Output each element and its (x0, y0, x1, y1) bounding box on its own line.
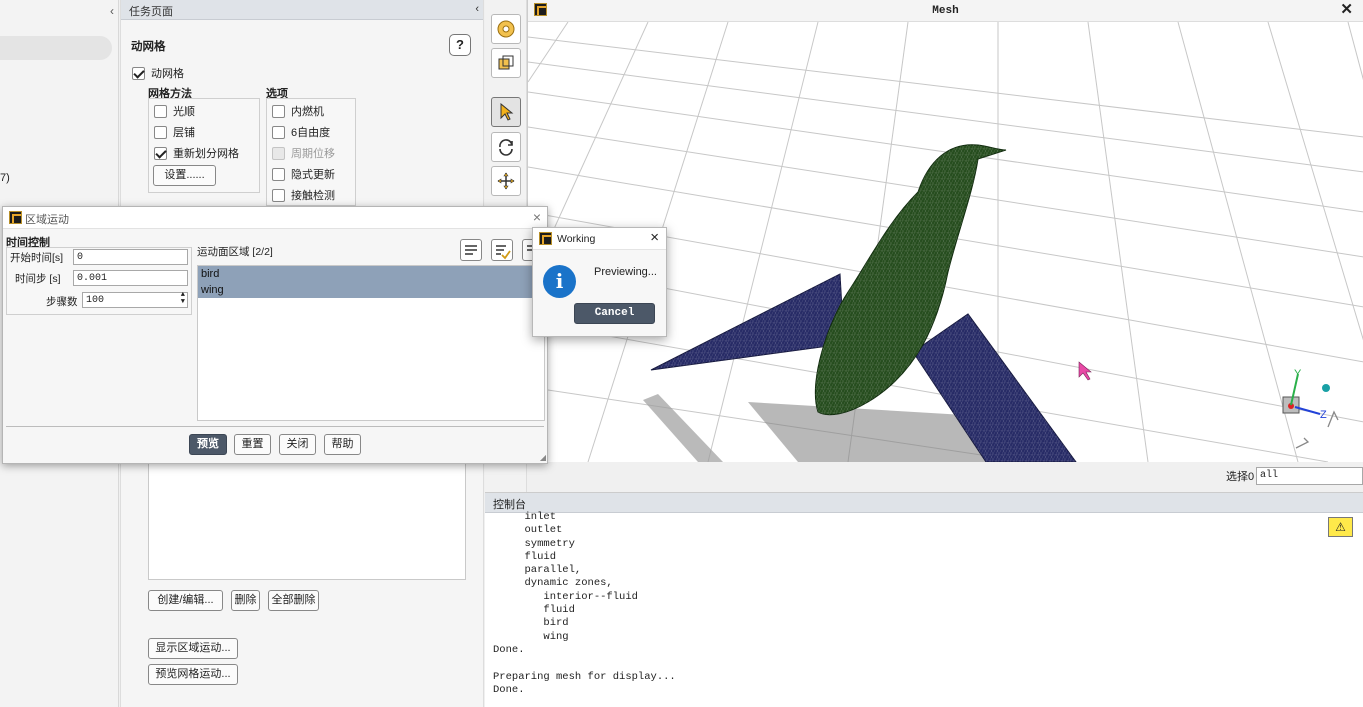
preview-mesh-motion-button[interactable]: 预览网格运动... (148, 664, 238, 685)
contact-detection-checkbox-box[interactable] (272, 188, 285, 202)
zone-motion-dialog: 区域运动 × 时间控制 开始时间[s] 0 时间步 [s] 0.001 步骤数 … (2, 206, 548, 464)
close-button[interactable]: 关闭 (279, 434, 316, 455)
time-step-input[interactable]: 0.001 (73, 270, 188, 286)
working-title: Working (557, 233, 596, 245)
task-page-title: 任务页面 (129, 6, 173, 18)
periodic-displacement-checkbox: 周期位移 (272, 145, 335, 161)
remeshing-checkbox[interactable]: 重新划分网格 (154, 145, 239, 161)
camera-icon[interactable] (491, 14, 521, 44)
six-dof-checkbox[interactable]: 6自由度 (272, 124, 330, 140)
ic-engine-checkbox[interactable]: 内燃机 (272, 103, 324, 119)
six-dof-label: 6自由度 (291, 127, 331, 139)
steps-value: 100 (86, 295, 105, 306)
working-dialog: Working × i Previewing... Cancel (532, 227, 667, 337)
warning-icon[interactable]: ⚠ (1328, 517, 1353, 537)
console-output[interactable]: inlet outlet symmetry fluid parallel, dy… (493, 511, 676, 697)
smoothing-label: 光顺 (173, 106, 195, 118)
smoothing-checkbox[interactable]: 光顺 (154, 103, 195, 119)
start-time-label: 开始时间[s] (10, 252, 64, 264)
app-logo-icon (9, 211, 22, 224)
zone-motion-titlebar: 区域运动 × (3, 207, 547, 229)
collapse-left-icon[interactable]: ‹ (110, 4, 114, 18)
zone-item-bird[interactable]: bird (198, 266, 544, 282)
close-working-icon[interactable]: × (650, 229, 659, 246)
working-message: Previewing... (594, 266, 657, 278)
collapse-task-page-icon[interactable]: ‹ (475, 3, 479, 15)
dynamic-mesh-checkbox-box[interactable] (132, 66, 145, 80)
periodic-displacement-label: 周期位移 (291, 148, 335, 160)
zone-motion-title: 区域运动 (25, 214, 69, 226)
dynamic-zones-list[interactable] (148, 460, 466, 580)
periodic-displacement-checkbox-box (272, 146, 285, 160)
moving-zones-label: 运动面区域 [2/2] (197, 246, 273, 258)
smoothing-checkbox-box[interactable] (154, 104, 167, 118)
layering-checkbox[interactable]: 层铺 (154, 124, 195, 140)
start-time-input[interactable]: 0 (73, 249, 188, 265)
working-titlebar: Working × (533, 228, 666, 250)
left-panel-fragment: 7) (0, 172, 10, 184)
contact-detection-checkbox[interactable]: 接触检测 (272, 187, 335, 203)
dialog-divider (6, 426, 544, 427)
resize-grip-icon[interactable]: ◢ (540, 453, 546, 462)
implicit-update-label: 隐式更新 (291, 169, 335, 181)
graphics-icon[interactable] (491, 48, 521, 78)
ic-engine-checkbox-box[interactable] (272, 104, 285, 118)
delete-all-button[interactable]: 全部删除 (268, 590, 319, 611)
mesh-window-titlebar: Mesh ✕ (528, 0, 1363, 22)
triad-z-label: Z (1320, 409, 1327, 421)
layering-label: 层铺 (173, 127, 195, 139)
mesh-window-title: Mesh (932, 5, 959, 17)
help-icon[interactable]: ? (449, 34, 471, 56)
section-title: 动网格 (131, 41, 166, 53)
delete-button[interactable]: 删除 (231, 590, 260, 611)
steps-label: 步骤数 (46, 296, 78, 308)
close-zone-motion-icon[interactable]: × (533, 209, 541, 225)
create-edit-button[interactable]: 创建/编辑... (148, 590, 223, 611)
contact-detection-label: 接触检测 (291, 190, 335, 202)
selection-label: 选择0 (1226, 471, 1255, 483)
implicit-update-checkbox-box[interactable] (272, 167, 285, 181)
list-check-icon[interactable] (491, 239, 513, 261)
console-panel: 控制台 inlet outlet symmetry fluid parallel… (485, 492, 1363, 707)
console-title: 控制台 (493, 499, 526, 511)
time-step-label: 时间步 [s] (15, 273, 61, 285)
left-search-pill[interactable] (0, 36, 112, 60)
app-logo-icon (539, 232, 552, 245)
select-arrow-icon[interactable] (491, 97, 521, 127)
app-logo-icon (534, 3, 547, 16)
zone-item-wing[interactable]: wing (198, 282, 544, 298)
triad-y-label: Y (1294, 368, 1302, 380)
six-dof-checkbox-box[interactable] (272, 125, 285, 139)
layering-checkbox-box[interactable] (154, 125, 167, 139)
rotate-icon[interactable] (491, 132, 521, 162)
implicit-update-checkbox[interactable]: 隐式更新 (272, 166, 335, 182)
reset-button[interactable]: 重置 (234, 434, 271, 455)
moving-zones-list[interactable]: bird wing (197, 265, 545, 421)
list-select-all-icon[interactable] (460, 239, 482, 261)
remeshing-checkbox-box[interactable] (154, 146, 167, 160)
task-page-header: 任务页面 ‹ (121, 0, 483, 20)
console-header: 控制台 (485, 493, 1363, 513)
info-icon: i (543, 265, 576, 298)
remeshing-label: 重新划分网格 (173, 148, 239, 160)
ic-engine-label: 内燃机 (291, 106, 324, 118)
settings-button[interactable]: 设置...... (153, 165, 216, 186)
close-mesh-window-icon[interactable]: ✕ (1340, 0, 1353, 22)
help-button[interactable]: 帮助 (324, 434, 361, 455)
cancel-button[interactable]: Cancel (574, 303, 655, 324)
steps-input[interactable]: 100 ▲ ▼ (82, 292, 188, 308)
selection-input[interactable]: all (1256, 467, 1363, 485)
display-zone-motion-button[interactable]: 显示区域运动... (148, 638, 238, 659)
steps-spinner-icon[interactable]: ▲ ▼ (181, 292, 185, 306)
pan-icon[interactable] (491, 166, 521, 196)
dynamic-mesh-checkbox[interactable]: 动网格 (132, 65, 184, 81)
dynamic-mesh-checkbox-label: 动网格 (151, 68, 184, 80)
preview-button[interactable]: 预览 (189, 434, 227, 455)
